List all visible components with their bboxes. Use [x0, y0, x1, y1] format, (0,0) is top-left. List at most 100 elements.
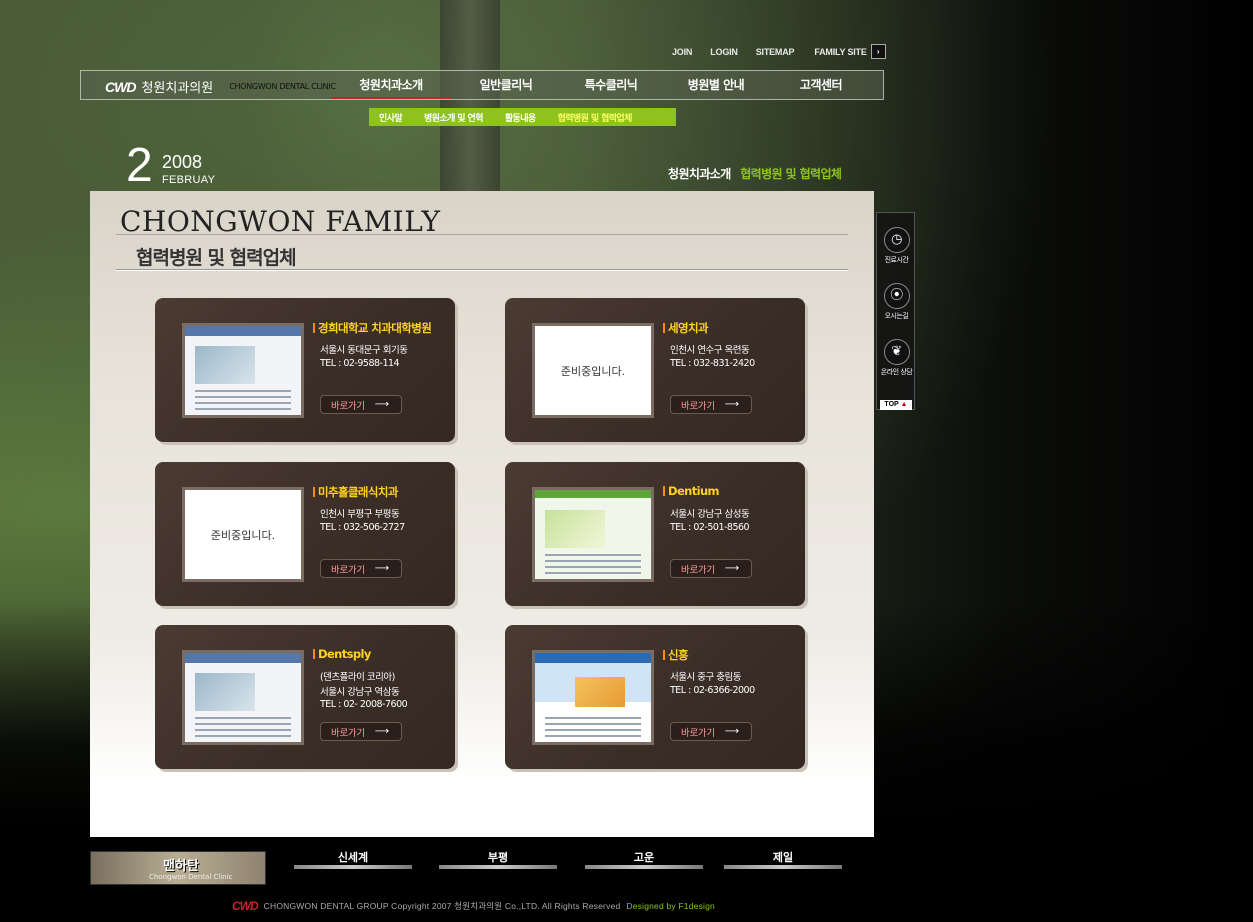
partner-address: 서울시 동대문구 회기동 [320, 345, 408, 356]
partner-site-thumbnail[interactable] [532, 487, 654, 582]
breadcrumb-parent[interactable]: 청원치과소개 [668, 167, 731, 181]
branch-label: 고운 [633, 851, 655, 864]
arrow-right-icon: ⟶ [374, 399, 389, 410]
partner-site-thumbnail[interactable]: 준비중입니다. [182, 487, 304, 582]
arrow-right-icon: ⟶ [724, 563, 739, 574]
arrow-right-icon: ⟶ [724, 726, 739, 737]
partner-subname: (덴츠플라이 코리아) [320, 672, 395, 683]
site-logo[interactable]: CWD 청원치과의원 CHONGWON DENTAL CLINIC [105, 77, 336, 97]
goto-label: 바로가기 [331, 727, 365, 739]
nav-item-branch-guide[interactable]: 병원별 안내 [661, 71, 771, 99]
utility-links: JOIN LOGIN SITEMAP FAMILY SITE › [672, 44, 886, 59]
branch-link-goun[interactable]: 고운 [585, 849, 703, 873]
sitemap-link[interactable]: SITEMAP [756, 47, 795, 57]
partner-card: 준비중입니다. 세영치과 인천시 연수구 옥련동 TEL : 032-831-2… [505, 298, 805, 442]
arrow-right-icon: ⟶ [724, 399, 739, 410]
designer-credit: Designed by F1design [626, 901, 715, 911]
branch-link-shinsegae[interactable]: 신세계 [294, 849, 412, 873]
partner-site-thumbnail[interactable] [182, 650, 304, 745]
partner-card: 경희대학교 치과대학병원 서울시 동대문구 회기동 TEL : 02-9588-… [155, 298, 455, 442]
partner-site-thumbnail[interactable] [532, 650, 654, 745]
nav-item-customer-center[interactable]: 고객센터 [771, 71, 871, 99]
goto-label: 바로가기 [331, 400, 365, 412]
quick-item-hours[interactable]: ◷ 진료시간 [879, 227, 914, 264]
arrow-up-icon: ▲ [900, 401, 908, 408]
partner-address: 인천시 부평구 부평동 [320, 509, 400, 520]
subnav-greeting[interactable]: 인사말 [379, 111, 403, 124]
branch-bar [585, 865, 703, 869]
chevron-right-icon[interactable]: › [870, 44, 886, 59]
partner-name: 미추홀클래식치과 [313, 484, 398, 500]
partner-tel: TEL : 02- 2008-7600 [320, 699, 408, 710]
date-day: 2 [126, 139, 153, 192]
partner-name: 세영치과 [663, 320, 709, 336]
partner-address: 서울시 강남구 삼성동 [670, 509, 750, 520]
main-nav: CWD 청원치과의원 CHONGWON DENTAL CLINIC 청원치과소개… [80, 70, 884, 100]
goto-label: 바로가기 [681, 400, 715, 412]
copyright-text: CHONGWON DENTAL GROUP Copyright 2007 청원치… [263, 901, 621, 911]
quick-label: 오시는길 [884, 312, 909, 320]
logo-mark: CWD [105, 78, 136, 95]
content-panel: CHONGWON FAMILY 협력병원 및 협력업체 경희대학교 치과대학병원… [90, 191, 874, 837]
goto-button[interactable]: 바로가기 ⟶ [320, 559, 402, 578]
goto-button[interactable]: 바로가기 ⟶ [320, 722, 402, 741]
quick-item-directions[interactable]: ⦿ 오시는길 [879, 283, 914, 320]
partner-card: Dentium 서울시 강남구 삼성동 TEL : 02-501-8560 바로… [505, 462, 805, 606]
partner-card: 신흥 서울시 중구 충림동 TEL : 02-6366-2000 바로가기 ⟶ [505, 625, 805, 769]
subnav-partners[interactable]: 협력병원 및 협력업체 [558, 111, 633, 124]
banner-subtitle: Chongwon Dental Clinic [149, 873, 233, 881]
branch-label: 제일 [772, 851, 794, 864]
quick-menu: ◷ 진료시간 ⦿ 오시는길 ❦ 온라인 상담 TOP ▲ [876, 212, 915, 410]
arrow-right-icon: ⟶ [374, 726, 389, 737]
nav-item-about[interactable]: 청원치과소개 [331, 71, 451, 99]
join-link[interactable]: JOIN [672, 47, 692, 57]
subnav-activities[interactable]: 활동내용 [505, 111, 536, 124]
logo-english: CHONGWON DENTAL CLINIC [229, 82, 336, 91]
goto-button[interactable]: 바로가기 ⟶ [320, 395, 402, 414]
leaf-icon: ❦ [883, 339, 910, 365]
goto-button[interactable]: 바로가기 ⟶ [670, 395, 752, 414]
partner-name: Dentsply [313, 647, 371, 661]
goto-label: 바로가기 [331, 564, 365, 576]
goto-button[interactable]: 바로가기 ⟶ [670, 722, 752, 741]
top-button[interactable]: TOP ▲ [880, 400, 912, 410]
quick-label: 온라인 상담 [880, 368, 913, 376]
footer-banner-manhattan[interactable]: 맨하탄 Chongwon Dental Clinic [90, 851, 266, 885]
partner-tel: TEL : 02-6366-2000 [670, 685, 755, 696]
partner-card: 준비중입니다. 미추홀클래식치과 인천시 부평구 부평동 TEL : 032-5… [155, 462, 455, 606]
arrow-right-icon: ⟶ [374, 563, 389, 574]
subnav-history[interactable]: 병원소개 및 연혁 [424, 111, 483, 124]
branch-bar [439, 865, 557, 869]
goto-label: 바로가기 [681, 727, 715, 739]
quick-label: 진료시간 [884, 256, 909, 264]
login-link[interactable]: LOGIN [710, 47, 738, 57]
partner-site-thumbnail[interactable]: 준비중입니다. [532, 323, 654, 418]
quick-item-consult[interactable]: ❦ 온라인 상담 [879, 339, 914, 376]
branch-link-jeil[interactable]: 제일 [724, 849, 842, 873]
goto-button[interactable]: 바로가기 ⟶ [670, 559, 752, 578]
partner-address: 서울시 중구 충림동 [670, 672, 741, 683]
nav-item-special-clinic[interactable]: 특수클리닉 [561, 71, 661, 99]
partner-tel: TEL : 02-9588-114 [320, 358, 400, 369]
goto-label: 바로가기 [681, 564, 715, 576]
family-site-select[interactable]: FAMILY SITE › [814, 44, 886, 59]
nav-item-general-clinic[interactable]: 일반클리닉 [451, 71, 561, 99]
partner-tel: TEL : 02-501-8560 [670, 522, 750, 533]
branch-label: 신세계 [337, 851, 369, 864]
partner-name: 경희대학교 치과대학병원 [313, 320, 432, 336]
partner-tel: TEL : 032-506-2727 [320, 522, 405, 533]
copyright: CWD CHONGWON DENTAL GROUP Copyright 2007… [232, 899, 715, 913]
partner-address: 서울시 강남구 역삼동 [320, 687, 400, 698]
partner-card: Dentsply (덴츠플라이 코리아) 서울시 강남구 역삼동 TEL : 0… [155, 625, 455, 769]
clock-icon: ◷ [883, 227, 910, 253]
branch-label: 부평 [487, 851, 509, 864]
partner-name: Dentium [663, 484, 720, 498]
partner-site-thumbnail[interactable] [182, 323, 304, 418]
traffic-light-icon: ⦿ [883, 283, 910, 309]
branch-link-bupyeong[interactable]: 부평 [439, 849, 557, 873]
date-month: FEBRUAY [162, 174, 216, 186]
branch-bar [724, 865, 842, 869]
nav-items: 청원치과소개 일반클리닉 특수클리닉 병원별 안내 고객센터 [331, 71, 871, 99]
partner-address: 인천시 연수구 옥련동 [670, 345, 750, 356]
footer-logo: CWD [232, 899, 259, 913]
